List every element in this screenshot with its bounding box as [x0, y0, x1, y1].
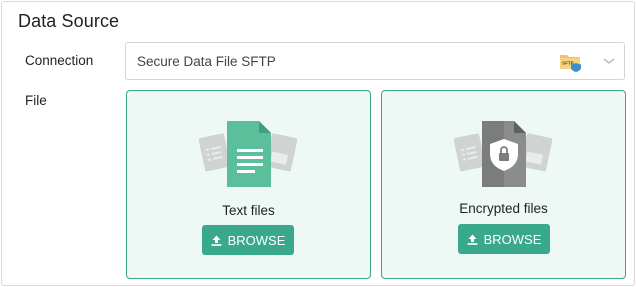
- chevron-down-icon[interactable]: [602, 56, 616, 66]
- text-file-icon: [199, 121, 298, 187]
- browse-label: BROWSE: [483, 231, 542, 247]
- upload-icon: [211, 235, 222, 246]
- data-source-panel: Data Source Connection Secure Data File …: [1, 1, 635, 286]
- text-files-label: Text files: [222, 203, 275, 218]
- browse-label: BROWSE: [227, 232, 286, 248]
- connection-label: Connection: [25, 53, 94, 68]
- upload-icon: [467, 234, 478, 245]
- file-label: File: [25, 93, 47, 108]
- encrypted-files-card[interactable]: Encrypted files BROWSE: [381, 90, 626, 279]
- encrypted-files-label: Encrypted files: [459, 201, 548, 216]
- browse-encrypted-files-button[interactable]: BROWSE: [458, 224, 550, 254]
- connection-select[interactable]: Secure Data File SFTP SFTP: [125, 42, 625, 80]
- connection-selected-value: Secure Data File SFTP: [137, 54, 276, 69]
- sftp-folder-icon: SFTP: [560, 55, 581, 72]
- section-title: Data Source: [18, 11, 120, 31]
- encrypted-file-icon: [454, 121, 553, 187]
- browse-text-files-button[interactable]: BROWSE: [202, 225, 294, 255]
- text-files-card[interactable]: Text files BROWSE: [126, 90, 371, 279]
